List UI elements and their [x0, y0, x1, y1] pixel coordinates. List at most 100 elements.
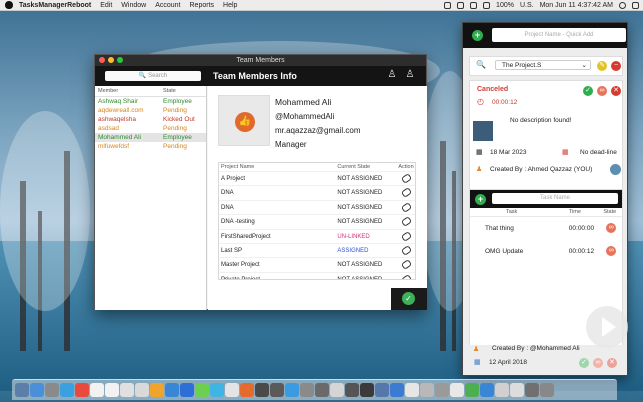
dock-app-icon[interactable] — [375, 383, 389, 397]
task-row[interactable]: OMG Update 00:00:12 ∞ — [470, 240, 622, 263]
dock-app-icon[interactable] — [510, 383, 524, 397]
remove-project-button[interactable]: − — [611, 61, 621, 71]
dock-app-icon[interactable] — [135, 383, 149, 397]
dock-app-icon[interactable] — [480, 383, 494, 397]
link-icon[interactable] — [400, 187, 412, 199]
clock[interactable]: Mon Jun 11 4:37:42 AM — [540, 2, 613, 9]
member-row[interactable]: mlfuwefdsf Pending — [95, 142, 206, 151]
member-row[interactable]: asdsad Pending — [95, 124, 206, 133]
dock-app-icon[interactable] — [75, 383, 89, 397]
spotlight-icon[interactable] — [619, 1, 626, 9]
menu-help[interactable]: Help — [223, 2, 237, 9]
member-row[interactable]: Ashwaq Shair Employee — [95, 97, 206, 106]
notification-center-icon[interactable] — [632, 1, 639, 9]
locale-label[interactable]: U.S. — [520, 2, 534, 9]
table-row[interactable]: DNA NOT ASSIGNED — [219, 201, 415, 216]
dock-app-icon[interactable] — [120, 383, 134, 397]
link-icon[interactable] — [400, 216, 412, 228]
link-icon[interactable] — [400, 273, 412, 279]
menu-edit[interactable]: Edit — [100, 2, 112, 9]
dock-app-icon[interactable] — [90, 383, 104, 397]
footer-cancel-button[interactable]: ✕ — [607, 358, 617, 368]
dock-app-icon[interactable] — [105, 383, 119, 397]
dock-app-icon[interactable] — [60, 383, 74, 397]
status-icon[interactable] — [457, 1, 465, 9]
app-menu[interactable]: TasksManagerReboot — [19, 2, 91, 9]
member-row[interactable]: ashwaqelsha Kicked Out — [95, 115, 206, 124]
add-project-button[interactable]: + — [472, 30, 483, 41]
dock-app-icon[interactable] — [150, 383, 164, 397]
table-row[interactable]: Private Project NOT ASSIGNED — [219, 273, 415, 279]
dock-app-icon[interactable] — [450, 383, 464, 397]
status-icon[interactable] — [444, 1, 452, 9]
table-row[interactable]: FirstSharedProject UN-LINKED — [219, 230, 415, 244]
dock-app-icon[interactable] — [525, 383, 539, 397]
dock-app-icon[interactable] — [495, 383, 509, 397]
dock-app-icon[interactable] — [300, 383, 314, 397]
volume-icon[interactable] — [483, 1, 491, 9]
dock-app-icon[interactable] — [315, 383, 329, 397]
dock-app-icon[interactable] — [30, 383, 44, 397]
dock-app-icon[interactable] — [330, 383, 344, 397]
dock-app-icon[interactable] — [405, 383, 419, 397]
task-name-input[interactable]: Task Name — [492, 193, 618, 204]
project-name-input[interactable]: Project Name - Quick Add — [492, 28, 626, 42]
table-row[interactable]: DNA -testing NOT ASSIGNED — [219, 215, 415, 230]
table-row[interactable]: A Project NOT ASSIGNED — [219, 172, 415, 187]
dock-app-icon[interactable] — [15, 383, 29, 397]
footer-link-button[interactable]: ∞ — [593, 358, 603, 368]
dock-app-icon[interactable] — [45, 383, 59, 397]
menu-account[interactable]: Account — [155, 2, 180, 9]
confirm-button[interactable]: ✓ — [402, 292, 415, 305]
table-row[interactable]: DNA NOT ASSIGNED — [219, 186, 415, 201]
menu-reports[interactable]: Reports — [190, 2, 215, 9]
link-icon[interactable] — [400, 259, 412, 271]
task-row[interactable]: That thing 00:00:00 ∞ — [470, 217, 622, 240]
edit-project-button[interactable]: ✎ — [597, 61, 607, 71]
dock-app-icon[interactable] — [420, 383, 434, 397]
search-icon[interactable]: 🔍 — [476, 60, 486, 69]
table-row[interactable]: Last SP ASSIGNED — [219, 244, 415, 259]
search-input[interactable]: 🔍 Search — [105, 71, 201, 81]
member-row[interactable]: aqdewreall.com Pending — [95, 106, 206, 115]
dock-app-icon[interactable] — [225, 383, 239, 397]
link-icon[interactable] — [400, 201, 412, 213]
dock-app-icon[interactable] — [345, 383, 359, 397]
link-button[interactable]: ∞ — [597, 86, 607, 96]
cancel-button[interactable]: ✕ — [611, 86, 621, 96]
menu-window[interactable]: Window — [121, 2, 146, 9]
dock-app-icon[interactable] — [540, 383, 554, 397]
task-state-button[interactable]: ∞ — [606, 246, 617, 256]
add-member-icon[interactable]: ♙ — [386, 69, 398, 82]
dock-app-icon[interactable] — [465, 383, 479, 397]
zoom-window-button[interactable] — [117, 57, 123, 63]
dock-app-icon[interactable] — [255, 383, 269, 397]
project-select[interactable]: The Project.S ⌄ — [495, 60, 591, 70]
link-icon[interactable] — [400, 230, 412, 242]
dock-app-icon[interactable] — [240, 383, 254, 397]
dock-app-icon[interactable] — [390, 383, 404, 397]
dock-app-icon[interactable] — [210, 383, 224, 397]
dock-app-icon[interactable] — [360, 383, 374, 397]
dock-app-icon[interactable] — [195, 383, 209, 397]
table-row[interactable]: Master Project NOT ASSIGNED — [219, 258, 415, 273]
dock-app-icon[interactable] — [285, 383, 299, 397]
dock-app-icon[interactable] — [165, 383, 179, 397]
dock-app-icon[interactable] — [270, 383, 284, 397]
play-icon[interactable] — [586, 306, 628, 348]
link-icon[interactable] — [400, 245, 412, 256]
minimize-window-button[interactable] — [108, 57, 114, 63]
task-state-button[interactable]: ∞ — [606, 223, 617, 233]
apple-icon[interactable] — [5, 1, 13, 9]
wifi-icon[interactable] — [470, 1, 478, 9]
member-row[interactable]: Mohammed Ali Employee — [95, 133, 206, 142]
footer-complete-button[interactable]: ✓ — [579, 358, 589, 368]
battery-label[interactable]: 100% — [496, 2, 514, 9]
add-task-button[interactable]: + — [475, 194, 486, 205]
complete-button[interactable]: ✓ — [583, 86, 593, 96]
remove-member-icon[interactable]: ♙ — [404, 69, 416, 82]
dock-app-icon[interactable] — [435, 383, 449, 397]
dock-app-icon[interactable] — [180, 383, 194, 397]
link-icon[interactable] — [400, 173, 412, 184]
close-window-button[interactable] — [99, 57, 105, 63]
